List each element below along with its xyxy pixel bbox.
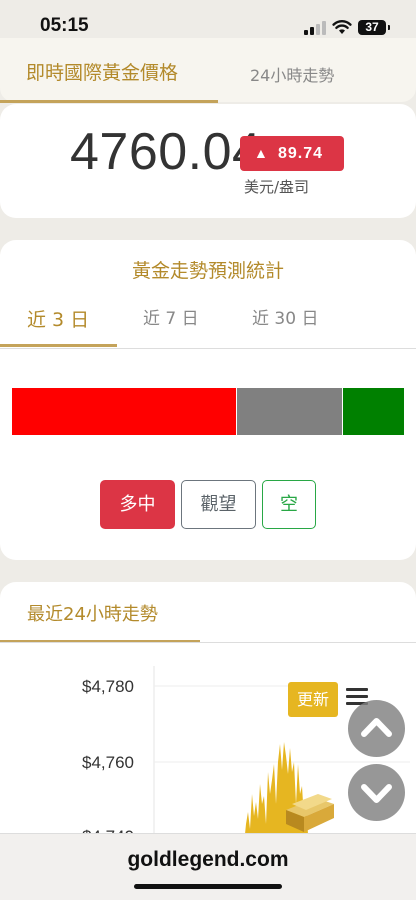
signal-icon bbox=[304, 21, 326, 35]
watch-button[interactable]: 觀望 bbox=[181, 480, 256, 529]
price-unit: 美元/盎司 bbox=[244, 178, 310, 196]
divider bbox=[0, 642, 416, 643]
divider bbox=[0, 348, 416, 349]
up-arrow-icon: ▲ bbox=[254, 145, 268, 161]
trend-forecast-card: 黃金走勢預測統計 近 3 日 近 7 日 近 30 日 多中 觀望 空 bbox=[0, 240, 416, 560]
long-button[interactable]: 多中 bbox=[100, 480, 175, 529]
chart-title: 最近24小時走勢 bbox=[27, 604, 158, 625]
short-button[interactable]: 空 bbox=[262, 480, 316, 529]
period-tab-underline bbox=[0, 344, 117, 347]
tab-24h-trend[interactable]: 24小時走勢 bbox=[250, 62, 334, 86]
site-url[interactable]: goldlegend.com bbox=[0, 848, 416, 872]
browser-address-bar[interactable]: goldlegend.com bbox=[0, 833, 416, 900]
period-tab-7d[interactable]: 近 7 日 bbox=[143, 304, 199, 329]
forecast-ratio-bar bbox=[12, 388, 404, 435]
trend-forecast-title: 黃金走勢預測統計 bbox=[131, 260, 284, 282]
ratio-segment-觀望 bbox=[237, 388, 343, 435]
chevron-up-icon bbox=[361, 718, 392, 737]
ratio-segment-空 bbox=[342, 388, 404, 435]
price-change-badge: ▲ 89.74 bbox=[240, 136, 344, 171]
home-indicator bbox=[134, 884, 282, 889]
y-tick-label: $4,760 bbox=[82, 753, 134, 772]
period-tab-30d[interactable]: 近 30 日 bbox=[252, 304, 318, 329]
status-time: 05:15 bbox=[40, 15, 89, 36]
top-tab-bar: 即時國際黃金價格 24小時走勢 bbox=[0, 38, 416, 103]
y-tick-label: $4,780 bbox=[82, 677, 134, 696]
period-tab-3d[interactable]: 近 3 日 bbox=[27, 305, 89, 332]
gold-price-value: 4760.04 bbox=[70, 123, 262, 181]
scroll-up-button[interactable] bbox=[348, 700, 405, 757]
price-card: 4760.04 ▲ 89.74 美元/盎司 bbox=[0, 104, 416, 218]
price-change-value: 89.74 bbox=[278, 145, 324, 162]
refresh-button[interactable]: 更新 bbox=[288, 682, 338, 717]
ratio-segment-多中 bbox=[12, 388, 237, 435]
active-tab-underline bbox=[0, 100, 218, 103]
chevron-down-icon bbox=[361, 784, 392, 803]
scroll-down-button[interactable] bbox=[348, 764, 405, 821]
tab-live-price[interactable]: 即時國際黃金價格 bbox=[26, 58, 178, 85]
wifi-icon bbox=[332, 20, 352, 34]
battery-icon: 37 bbox=[358, 20, 390, 35]
